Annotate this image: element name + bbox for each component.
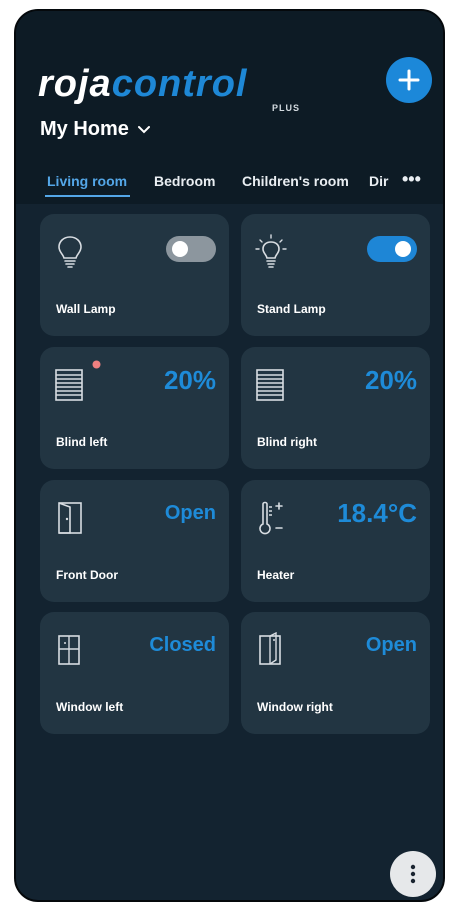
plus-icon xyxy=(398,69,420,91)
tab-dining[interactable]: Dir xyxy=(369,173,388,189)
logo-secondary-text: control xyxy=(111,63,248,105)
device-card-window-right[interactable]: Open Window right xyxy=(241,612,430,734)
blind-position-value: 20% xyxy=(364,365,417,395)
tab-label: Bedroom xyxy=(154,173,216,189)
tab-label: Children's room xyxy=(242,173,349,189)
brand-logo: rojacontrol PLUS xyxy=(38,63,300,113)
more-vertical-icon xyxy=(410,864,416,884)
blind-position-value: 20% xyxy=(163,365,216,395)
device-card-window-left[interactable]: Closed Window left xyxy=(40,612,229,734)
device-name: Blind left xyxy=(56,435,108,449)
device-card-stand-lamp[interactable]: Stand Lamp xyxy=(241,214,430,336)
app-header: rojacontrol PLUS My Home Living room Bed… xyxy=(16,11,443,204)
door-status-value: Open xyxy=(164,502,216,524)
blinds-icon xyxy=(55,369,83,401)
window-status-value: Open xyxy=(365,634,417,656)
room-tabs: Living room Bedroom Children's room Dir … xyxy=(45,169,437,197)
logo-primary-text: roja xyxy=(38,63,112,105)
device-name: Window left xyxy=(56,700,124,714)
device-name: Heater xyxy=(257,568,295,582)
device-name: Stand Lamp xyxy=(257,302,326,316)
device-name: Wall Lamp xyxy=(56,302,116,316)
tab-bedroom[interactable]: Bedroom xyxy=(154,173,215,189)
window-status-value: Closed xyxy=(149,634,216,656)
add-device-button[interactable] xyxy=(386,57,432,103)
wall-lamp-toggle[interactable] xyxy=(166,236,216,262)
device-name: Front Door xyxy=(56,568,118,582)
window-icon xyxy=(58,635,80,665)
device-card-front-door[interactable]: Open Front Door xyxy=(40,480,229,602)
tab-label: Dir xyxy=(369,173,389,189)
window-open-icon xyxy=(259,632,281,665)
active-tab-indicator xyxy=(45,195,130,197)
chevron-down-icon xyxy=(137,125,150,133)
thermometer-icon xyxy=(259,501,283,535)
lightbulb-icon xyxy=(58,236,82,268)
stand-lamp-toggle[interactable] xyxy=(367,236,417,262)
app-screen: rojacontrol PLUS My Home Living room Bed… xyxy=(14,9,445,902)
logo-suffix-text: PLUS xyxy=(271,103,300,113)
device-card-heater[interactable]: 18.4°C Heater xyxy=(241,480,430,602)
toggle-knob xyxy=(172,241,188,257)
device-card-wall-lamp[interactable]: Wall Lamp xyxy=(40,214,229,336)
tab-label: Living room xyxy=(47,173,128,189)
home-selector[interactable]: My Home xyxy=(40,118,151,141)
menu-button[interactable] xyxy=(390,851,436,897)
lightbulb-on-icon xyxy=(255,234,287,268)
blinds-icon xyxy=(256,369,284,401)
tab-living-room[interactable]: Living room xyxy=(45,173,130,197)
tab-childrens-room[interactable]: Children's room xyxy=(242,173,349,189)
door-icon xyxy=(58,502,82,534)
alert-dot-icon xyxy=(92,360,101,369)
temperature-value: 18.4°C xyxy=(337,498,417,528)
toggle-knob xyxy=(395,241,411,257)
device-name: Blind right xyxy=(257,435,317,449)
more-tabs-button[interactable]: ••• xyxy=(402,169,421,190)
device-card-blind-right[interactable]: 20% Blind right xyxy=(241,347,430,469)
device-card-blind-left[interactable]: 20% Blind left xyxy=(40,347,229,469)
home-name: My Home xyxy=(40,118,129,140)
device-name: Window right xyxy=(257,700,333,714)
logo-wordmark: rojacontrol xyxy=(38,63,247,106)
